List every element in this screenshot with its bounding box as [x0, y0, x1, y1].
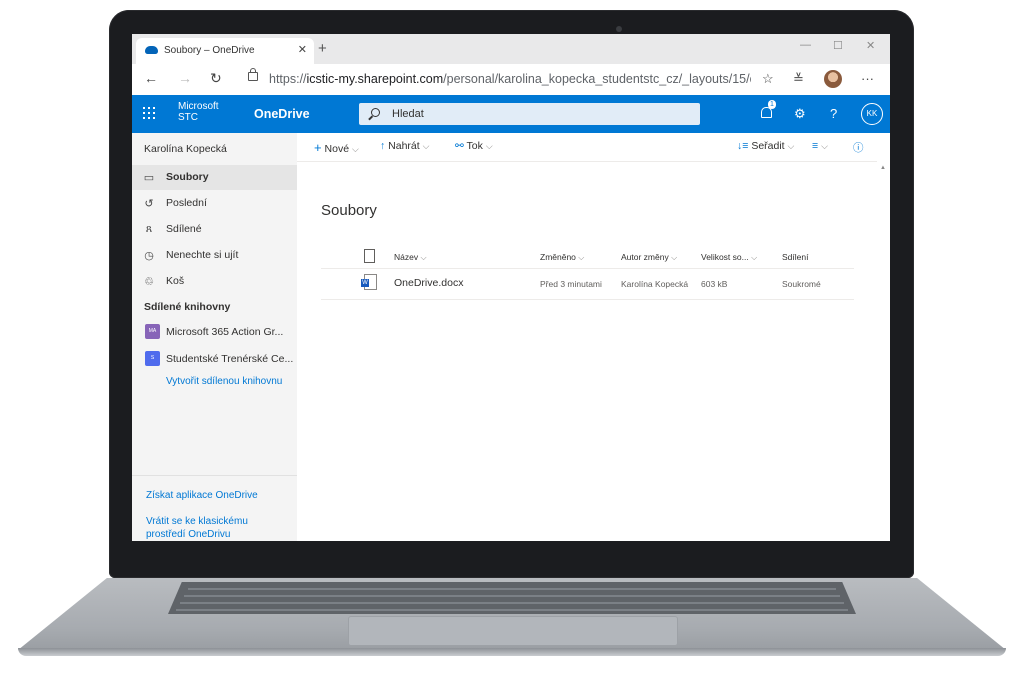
column-header-size[interactable]: Velikost so... ⌵ — [701, 252, 757, 263]
folder-icon: ▭ — [143, 172, 155, 184]
browser-tab[interactable]: Soubory – OneDrive ✕ — [136, 38, 314, 64]
nav-item-files[interactable]: ▭ Soubory — [132, 165, 297, 190]
create-shared-library-link[interactable]: Vytvořit sdílenou knihovnu — [166, 375, 282, 388]
upload-button[interactable]: ↑ Nahrát ⌵ — [380, 140, 429, 152]
header-divider — [321, 268, 854, 269]
app-name[interactable]: OneDrive — [254, 107, 310, 121]
scrollbar[interactable]: ▲ — [877, 161, 890, 541]
onedrive-suite-bar: Microsoft STC OneDrive Hledat 1 ⚙ ? KK — [132, 95, 890, 133]
search-icon — [371, 108, 380, 117]
column-header-sharing[interactable]: Sdílení — [782, 252, 808, 262]
back-icon[interactable]: ← — [144, 70, 158, 86]
nav-item-label: Soubory — [166, 171, 209, 183]
row-divider — [321, 299, 854, 300]
file-type-header-icon — [364, 249, 375, 263]
new-tab-icon[interactable]: + — [318, 40, 327, 57]
people-icon: ጸ — [145, 223, 153, 235]
file-name[interactable]: OneDrive.docx — [394, 277, 463, 289]
recycle-bin-icon: ♲ — [144, 276, 154, 288]
history-icon: ↺ — [144, 198, 154, 210]
library-item[interactable]: S Studentské Trenérské Ce... — [132, 347, 297, 372]
user-avatar[interactable]: KK — [861, 103, 883, 125]
nav-item-shared[interactable]: ጸ Sdílené — [132, 217, 297, 242]
search-placeholder: Hledat — [392, 108, 424, 120]
search-input[interactable]: Hledat — [359, 103, 700, 125]
sort-button[interactable]: ↓≡ Seřadit ⌵ — [737, 140, 794, 152]
library-item[interactable]: MA Microsoft 365 Action Gr... — [132, 320, 297, 345]
file-modified-by: Karolína Kopecká — [621, 279, 689, 289]
tab-title: Soubory – OneDrive — [164, 45, 255, 56]
file-sharing: Soukromé — [782, 279, 821, 289]
library-icon: MA — [145, 324, 160, 339]
library-label: Studentské Trenérské Ce... — [166, 353, 294, 365]
shared-libraries-heading: Sdílené knihovny — [144, 301, 231, 313]
nav-item-dont-miss[interactable]: ◷ Nenechte si ujít — [132, 243, 297, 268]
close-window-icon[interactable]: ✕ — [866, 39, 875, 52]
keyboard — [168, 582, 856, 614]
column-header-modified-by[interactable]: Autor změny ⌵ — [621, 252, 677, 263]
file-modified: Před 3 minutami — [540, 279, 602, 289]
word-document-icon — [361, 274, 377, 290]
touchpad — [348, 616, 678, 646]
nav-item-label: Sdílené — [166, 223, 202, 235]
info-icon[interactable]: ⓘ — [853, 140, 864, 155]
close-tab-icon[interactable]: ✕ — [298, 43, 307, 56]
maximize-icon[interactable]: ☐ — [833, 39, 843, 52]
browser-profile-avatar[interactable] — [824, 70, 842, 88]
nav-item-label: Poslední — [166, 197, 207, 209]
user-name: Karolína Kopecká — [144, 143, 227, 155]
column-header-name[interactable]: Název ⌵ — [394, 252, 427, 263]
clock-icon: ◷ — [144, 250, 154, 262]
get-onedrive-apps-link[interactable]: Získat aplikace OneDrive — [146, 489, 258, 502]
flow-button[interactable]: ⚯ Tok ⌵ — [455, 140, 493, 152]
minimize-icon[interactable]: — — [800, 39, 811, 51]
favorite-star-icon[interactable]: ☆ — [762, 71, 774, 87]
nav-item-recent[interactable]: ↺ Poslední — [132, 191, 297, 216]
camera-icon — [616, 26, 622, 32]
file-size: 603 kB — [701, 279, 728, 289]
refresh-icon[interactable]: ↻ — [210, 70, 222, 87]
screen: Soubory – OneDrive ✕ + — ☐ ✕ ← → ↻ https… — [132, 34, 890, 541]
lock-icon — [248, 68, 258, 81]
library-icon: S — [145, 351, 160, 366]
forward-icon[interactable]: → — [178, 70, 192, 86]
laptop-base — [18, 578, 1006, 656]
help-icon[interactable]: ? — [830, 106, 837, 121]
page-title: Soubory — [321, 202, 377, 219]
new-button[interactable]: + Nové ⌵ — [314, 140, 359, 155]
nav-divider — [132, 475, 297, 476]
address-bar: ← → ↻ https://icstic-my.sharepoint.com/p… — [132, 64, 890, 96]
onedrive-cloud-icon — [145, 46, 158, 54]
left-navigation: Karolína Kopecká ▭ Soubory ↺ Poslední ጸ … — [132, 133, 297, 541]
nav-item-label: Nenechte si ujít — [166, 249, 239, 261]
column-header-modified[interactable]: Změněno ⌵ — [540, 252, 584, 263]
command-bar: + Nové ⌵ ↑ Nahrát ⌵ ⚯ Tok ⌵ ↓≡ Seřadit ⌵… — [297, 133, 890, 162]
nav-item-recycle-bin[interactable]: ♲ Koš — [132, 269, 297, 294]
app-launcher-icon[interactable] — [143, 107, 155, 119]
library-label: Microsoft 365 Action Gr... — [166, 326, 284, 338]
favorites-list-icon[interactable]: ≚ — [793, 71, 804, 87]
browser-tab-bar: Soubory – OneDrive ✕ + — ☐ ✕ — [132, 34, 890, 64]
settings-gear-icon[interactable]: ⚙ — [794, 106, 806, 122]
org-name[interactable]: Microsoft STC — [178, 101, 219, 123]
view-options-icon[interactable]: ≡ ⌵ — [812, 140, 828, 152]
url-field[interactable]: https://icstic-my.sharepoint.com/persona… — [269, 72, 751, 86]
classic-experience-link[interactable]: Vrátit se ke klasickému prostředí OneDri… — [146, 515, 248, 541]
more-options-icon[interactable]: ··· — [861, 71, 874, 86]
notification-badge: 1 — [768, 100, 776, 109]
nav-item-label: Koš — [166, 275, 185, 287]
